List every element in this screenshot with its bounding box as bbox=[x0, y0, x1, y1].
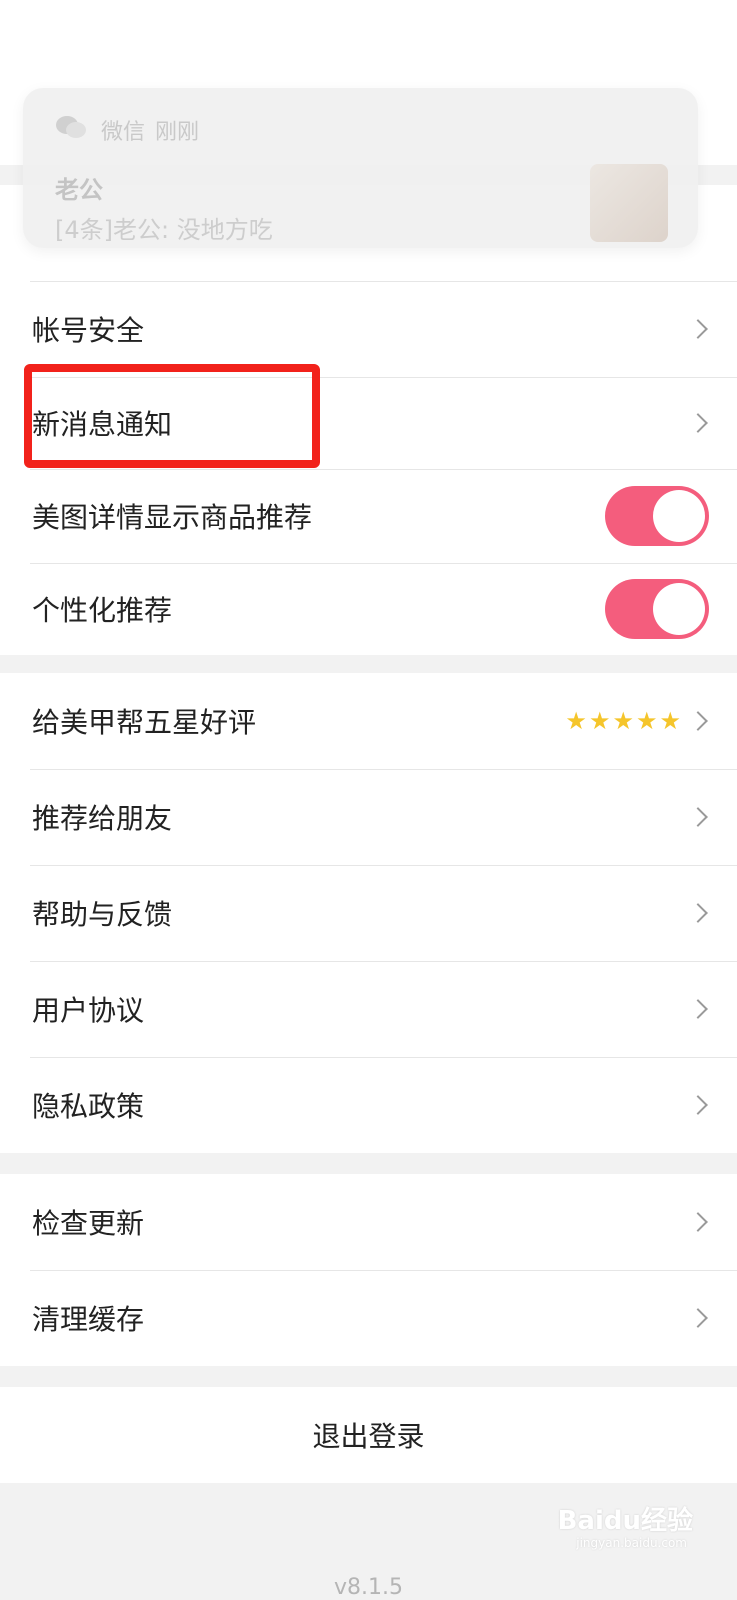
settings-section-about: 给美甲帮五星好评 ★ ★ ★ ★ ★ 推荐给朋友 帮助与反馈 用户协议 隐私政策 bbox=[0, 673, 737, 1153]
star-icon: ★ bbox=[612, 707, 634, 735]
settings-row-check-update[interactable]: 检查更新 bbox=[0, 1174, 737, 1270]
row-label: 帮助与反馈 bbox=[32, 898, 173, 931]
star-icon: ★ bbox=[588, 707, 611, 735]
notification-body: [4条]老公: 没地方吃 bbox=[55, 216, 273, 244]
row-label: 用户协议 bbox=[32, 994, 145, 1027]
chevron-right-icon bbox=[688, 903, 708, 923]
row-label: 检查更新 bbox=[32, 1207, 145, 1240]
settings-row-user-agreement[interactable]: 用户协议 bbox=[0, 961, 737, 1057]
star-icon: ★ bbox=[635, 707, 658, 735]
settings-row-recommend-to-friends[interactable]: 推荐给朋友 bbox=[0, 769, 737, 865]
notification-time: 刚刚 bbox=[155, 120, 200, 145]
star-icon: ★ bbox=[565, 707, 587, 735]
chevron-right-icon bbox=[688, 1212, 708, 1232]
row-label: 给美甲帮五星好评 bbox=[32, 706, 257, 739]
row-label: 新消息通知 bbox=[32, 408, 173, 441]
settings-section-account: 帐号安全 新消息通知 美图详情显示商品推荐 个性化推荐 bbox=[0, 185, 737, 655]
settings-section-maintenance: 检查更新 清理缓存 bbox=[0, 1174, 737, 1366]
product-recommendation-toggle[interactable] bbox=[605, 486, 709, 546]
chevron-right-icon bbox=[688, 1095, 708, 1115]
wechat-notification-banner[interactable]: 微信 刚刚 老公 [4条]老公: 没地方吃 bbox=[23, 88, 698, 248]
settings-row-new-message-notification[interactable]: 新消息通知 bbox=[0, 377, 737, 469]
logout-button[interactable]: 退出登录 bbox=[0, 1387, 737, 1483]
toggle-knob bbox=[653, 490, 705, 542]
chevron-right-icon bbox=[688, 807, 708, 827]
row-label: 个性化推荐 bbox=[32, 594, 173, 627]
app-version: v8.1.5 bbox=[334, 1575, 403, 1600]
chevron-right-icon bbox=[688, 1308, 708, 1328]
settings-row-help-feedback[interactable]: 帮助与反馈 bbox=[0, 865, 737, 961]
five-star-rating: ★ ★ ★ ★ ★ bbox=[565, 709, 681, 733]
watermark-url: jingyan.baidu.com bbox=[576, 1536, 687, 1550]
chevron-right-icon bbox=[688, 999, 708, 1019]
settings-row-clear-cache[interactable]: 清理缓存 bbox=[0, 1270, 737, 1366]
row-label: 推荐给朋友 bbox=[32, 802, 173, 835]
star-icon: ★ bbox=[659, 707, 681, 735]
settings-row-product-recommendation: 美图详情显示商品推荐 bbox=[0, 469, 737, 563]
settings-row-privacy-policy[interactable]: 隐私政策 bbox=[0, 1057, 737, 1153]
chevron-right-icon bbox=[688, 413, 708, 433]
chevron-right-icon bbox=[688, 711, 708, 731]
row-label: 美图详情显示商品推荐 bbox=[32, 501, 313, 534]
wechat-icon bbox=[56, 116, 86, 138]
notification-thumbnail bbox=[590, 164, 668, 242]
notification-sender: 老公 bbox=[55, 176, 103, 204]
chevron-right-icon bbox=[688, 319, 708, 339]
baidu-jingyan-watermark: Baidu经验 bbox=[557, 1506, 693, 1536]
notification-app-name: 微信 bbox=[101, 120, 146, 145]
settings-row-account-security[interactable]: 帐号安全 bbox=[0, 281, 737, 377]
row-label: 清理缓存 bbox=[32, 1303, 145, 1336]
personalized-recommendation-toggle[interactable] bbox=[605, 579, 709, 639]
settings-row-personalized-recommendation: 个性化推荐 bbox=[0, 563, 737, 655]
settings-row-rate-five-stars[interactable]: 给美甲帮五星好评 ★ ★ ★ ★ ★ bbox=[0, 673, 737, 769]
row-label: 帐号安全 bbox=[32, 314, 145, 347]
toggle-knob bbox=[653, 583, 705, 635]
row-label: 隐私政策 bbox=[32, 1090, 145, 1123]
